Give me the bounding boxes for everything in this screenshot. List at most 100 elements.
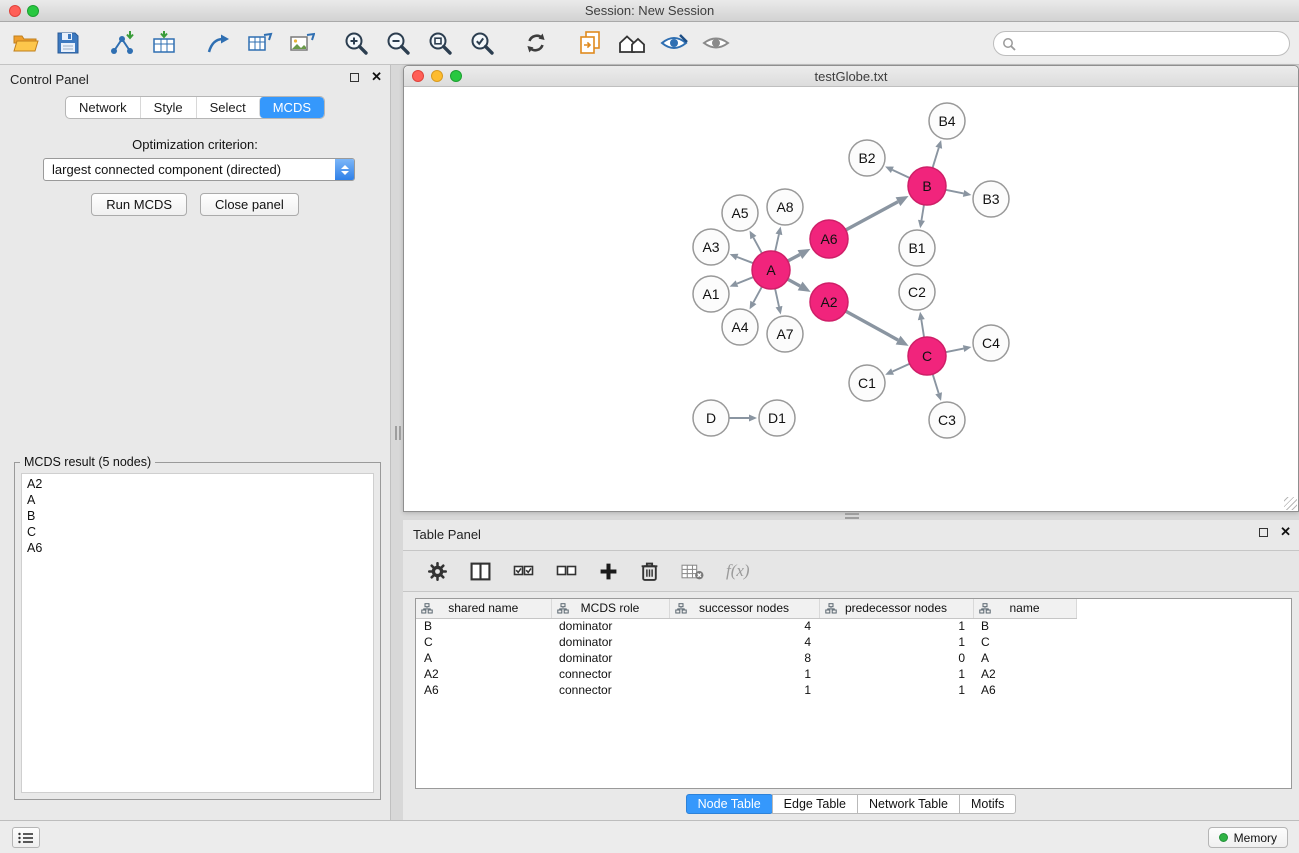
tab-network-table[interactable]: Network Table bbox=[857, 794, 960, 814]
graph-node-C[interactable]: C bbox=[908, 337, 946, 375]
graph-edge-B-B2[interactable] bbox=[892, 170, 909, 178]
show-network-home-button[interactable] bbox=[616, 26, 648, 60]
zoom-out-button[interactable] bbox=[382, 26, 414, 60]
graph-node-A3[interactable]: A3 bbox=[693, 229, 729, 265]
graph-node-D1[interactable]: D1 bbox=[759, 400, 795, 436]
node-table[interactable]: shared nameMCDS rolesuccessor nodesprede… bbox=[415, 598, 1292, 789]
graph-node-C3[interactable]: C3 bbox=[929, 402, 965, 438]
result-item[interactable]: B bbox=[22, 508, 373, 524]
graph-edge-A-A1[interactable] bbox=[737, 277, 753, 284]
graph-node-D[interactable]: D bbox=[693, 400, 729, 436]
graph-edge-A-A4[interactable] bbox=[753, 287, 762, 303]
graph-edge-A-A5[interactable] bbox=[753, 238, 762, 254]
close-panel-button[interactable]: Close panel bbox=[200, 193, 299, 216]
table-row[interactable]: Cdominator41C bbox=[416, 634, 1291, 650]
graph-edge-C-C4[interactable] bbox=[946, 349, 964, 353]
close-table-panel-icon[interactable]: ✕ bbox=[1280, 527, 1291, 537]
table-settings-button[interactable] bbox=[427, 559, 448, 583]
export-network-button[interactable] bbox=[202, 26, 234, 60]
graph-node-B1[interactable]: B1 bbox=[899, 230, 935, 266]
dropdown-stepper-icon[interactable] bbox=[335, 159, 354, 180]
tab-network[interactable]: Network bbox=[66, 97, 140, 118]
open-session-button[interactable] bbox=[10, 26, 42, 60]
task-history-button[interactable] bbox=[12, 827, 40, 848]
graph-node-A7[interactable]: A7 bbox=[767, 316, 803, 352]
network-window-titlebar[interactable]: testGlobe.txt bbox=[404, 66, 1298, 87]
import-table-button[interactable] bbox=[148, 26, 180, 60]
export-table-button[interactable] bbox=[244, 26, 276, 60]
graph-edge-A6-B[interactable] bbox=[846, 202, 898, 230]
select-all-button[interactable] bbox=[513, 559, 534, 583]
column-header-mcds-role[interactable]: MCDS role bbox=[551, 599, 669, 618]
network-minimize-button[interactable] bbox=[431, 70, 443, 82]
delete-table-button[interactable] bbox=[681, 559, 704, 583]
import-network-button[interactable] bbox=[106, 26, 138, 60]
graph-node-B2[interactable]: B2 bbox=[849, 140, 885, 176]
graph-edge-A-A7[interactable] bbox=[775, 289, 779, 307]
result-item[interactable]: A6 bbox=[22, 540, 373, 556]
column-header-successor-nodes[interactable]: successor nodes bbox=[669, 599, 819, 618]
graph-edge-A-A6[interactable] bbox=[788, 255, 800, 261]
graph-node-A1[interactable]: A1 bbox=[693, 276, 729, 312]
float-table-panel-icon[interactable] bbox=[1259, 528, 1268, 537]
network-close-button[interactable] bbox=[412, 70, 424, 82]
save-session-button[interactable] bbox=[52, 26, 84, 60]
graph-edge-C-C3[interactable] bbox=[933, 374, 939, 393]
horizontal-splitter-grip[interactable] bbox=[845, 513, 859, 519]
column-header-shared-name[interactable]: shared name bbox=[416, 599, 551, 618]
float-panel-icon[interactable] bbox=[350, 73, 359, 82]
show-column-button[interactable] bbox=[470, 559, 491, 583]
zoom-selected-button[interactable] bbox=[466, 26, 498, 60]
apply-layout-button[interactable] bbox=[520, 26, 552, 60]
graph-node-A4[interactable]: A4 bbox=[722, 309, 758, 345]
graph-node-A8[interactable]: A8 bbox=[767, 189, 803, 225]
table-row[interactable]: Bdominator41B bbox=[416, 618, 1291, 634]
close-window-button[interactable] bbox=[9, 5, 21, 17]
result-item[interactable]: A2 bbox=[22, 476, 373, 492]
table-row[interactable]: A6connector11A6 bbox=[416, 682, 1291, 698]
graph-edge-A2-C[interactable] bbox=[846, 311, 898, 340]
graph-node-C4[interactable]: C4 bbox=[973, 325, 1009, 361]
zoom-in-button[interactable] bbox=[340, 26, 372, 60]
function-builder-button[interactable]: f(x) bbox=[726, 559, 750, 583]
graph-node-B4[interactable]: B4 bbox=[929, 103, 965, 139]
column-header-predecessor-nodes[interactable]: predecessor nodes bbox=[819, 599, 973, 618]
zoom-window-button[interactable] bbox=[27, 5, 39, 17]
graph-node-A6[interactable]: A6 bbox=[810, 220, 848, 258]
tab-style[interactable]: Style bbox=[140, 97, 196, 118]
graph-edge-B-B1[interactable] bbox=[921, 205, 924, 221]
show-style-button[interactable] bbox=[658, 26, 690, 60]
window-resize-grip[interactable] bbox=[1284, 497, 1297, 510]
graph-node-B[interactable]: B bbox=[908, 167, 946, 205]
show-hide-button[interactable] bbox=[700, 26, 732, 60]
delete-button[interactable] bbox=[640, 559, 659, 583]
search-field[interactable] bbox=[993, 31, 1290, 56]
graph-edge-B-B4[interactable] bbox=[933, 148, 939, 168]
network-canvas-area[interactable]: B4 B2 B B3 A5A8A6 B1 A3 A C2 A1 A2 A4A7 C C4 C1 C3 D D1 bbox=[404, 87, 1298, 511]
table-row[interactable]: A2connector11A2 bbox=[416, 666, 1291, 682]
graph-node-B3[interactable]: B3 bbox=[973, 181, 1009, 217]
result-item[interactable]: C bbox=[22, 524, 373, 540]
add-button[interactable] bbox=[599, 559, 618, 583]
criterion-dropdown[interactable]: largest connected component (directed) bbox=[43, 158, 355, 181]
tab-mcds[interactable]: MCDS bbox=[259, 97, 324, 118]
zoom-fit-button[interactable] bbox=[424, 26, 456, 60]
network-zoom-button[interactable] bbox=[450, 70, 462, 82]
close-panel-icon[interactable]: ✕ bbox=[371, 72, 382, 82]
deselect-all-button[interactable] bbox=[556, 559, 577, 583]
graph-node-A5[interactable]: A5 bbox=[722, 195, 758, 231]
graph-edge-B-B3[interactable] bbox=[946, 190, 964, 194]
mcds-result-list[interactable]: A2ABCA6 bbox=[21, 473, 374, 793]
tab-node-table[interactable]: Node Table bbox=[686, 794, 773, 814]
graph-node-C1[interactable]: C1 bbox=[849, 365, 885, 401]
graph-edge-A-A3[interactable] bbox=[737, 257, 753, 263]
table-row[interactable]: Adominator80A bbox=[416, 650, 1291, 666]
graph-edge-A-A2[interactable] bbox=[788, 279, 800, 286]
graph-node-C2[interactable]: C2 bbox=[899, 274, 935, 310]
search-input[interactable] bbox=[1021, 36, 1281, 51]
graph-node-A2[interactable]: A2 bbox=[810, 283, 848, 321]
graph-node-A[interactable]: A bbox=[752, 251, 790, 289]
tab-motifs[interactable]: Motifs bbox=[959, 794, 1016, 814]
result-item[interactable]: A bbox=[22, 492, 373, 508]
graph-edge-C-C2[interactable] bbox=[921, 320, 924, 338]
